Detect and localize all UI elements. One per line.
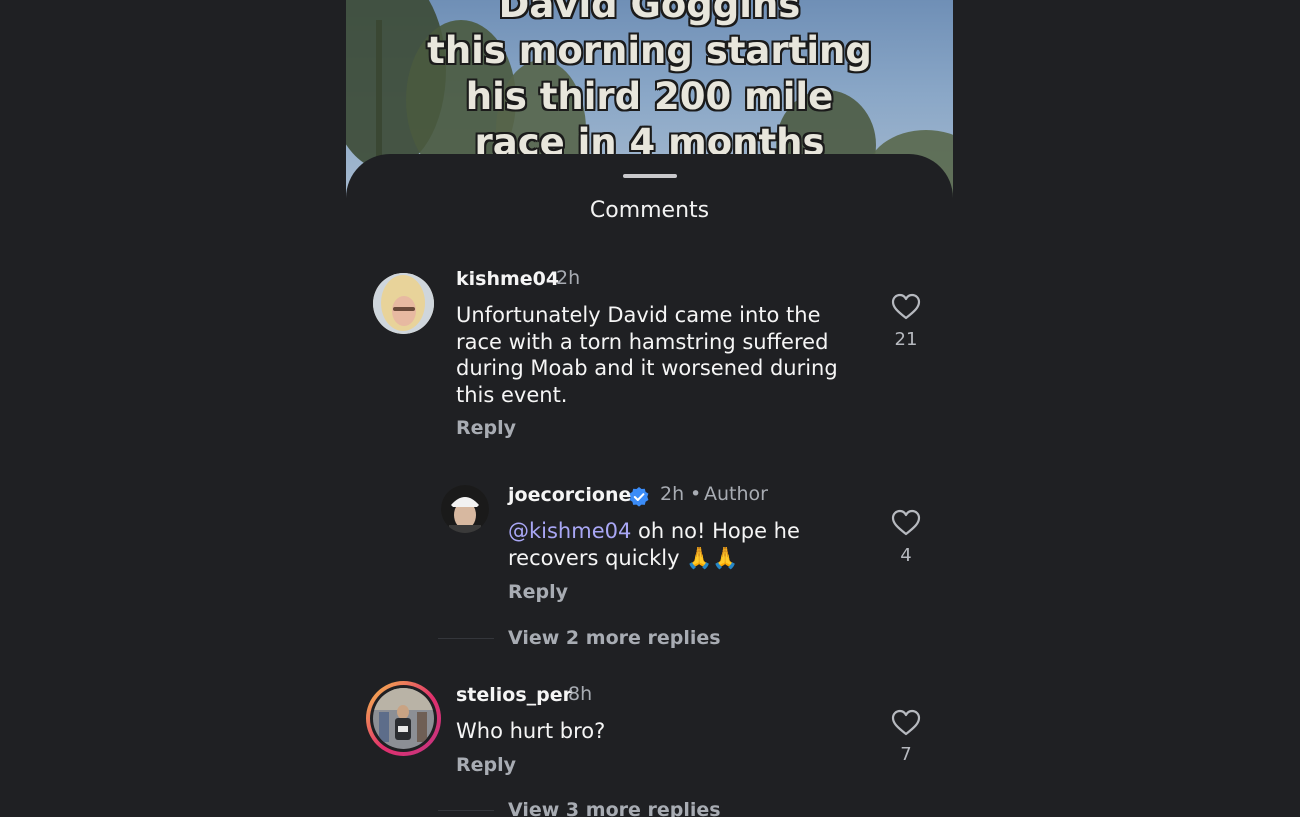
comment-text-line: Unfortunately David came into the (456, 303, 821, 327)
phone-frame: David Goggins this morning starting his … (346, 0, 953, 817)
comment-text-segment: oh no! Hope he (631, 519, 800, 543)
avatar[interactable] (441, 485, 489, 533)
like-count: 4 (900, 545, 912, 566)
view-more-replies-button[interactable]: View 2 more replies (508, 627, 721, 649)
video-caption: David Goggins this morning starting his … (346, 0, 953, 166)
replies-divider (438, 638, 494, 639)
comment-username[interactable]: kishme04 (456, 268, 559, 290)
heart-outline-icon[interactable] (891, 509, 921, 537)
comment-username[interactable]: joecorcione (508, 484, 631, 506)
avatar[interactable] (373, 273, 434, 334)
comment-text-line: @kishme04 oh no! Hope he (508, 518, 800, 545)
comment-text: Who hurt bro? (456, 719, 606, 743)
comment-text-line: recovers quickly 🙏🙏 (508, 545, 739, 570)
comment-time: 8h (568, 683, 593, 705)
drag-handle[interactable] (623, 174, 677, 178)
comment-time: 2h (660, 483, 685, 505)
comment-text-line: race with a torn hamstring suffered (456, 329, 829, 354)
reply-button[interactable]: Reply (456, 754, 516, 776)
reply-button[interactable]: Reply (456, 417, 516, 439)
caption-line: his third 200 mile (465, 75, 834, 118)
meta-separator: • (690, 483, 702, 505)
mention-link[interactable]: @kishme04 (508, 519, 631, 543)
like-count: 21 (894, 329, 918, 350)
avatar-image (373, 273, 434, 334)
verified-badge-icon (629, 487, 649, 507)
avatar-story-ring[interactable] (366, 681, 441, 756)
comment-text: @kishme04 oh no! Hope he recovers quickl… (508, 518, 800, 571)
comment-time: 2h (556, 267, 581, 289)
caption-line: this morning starting (427, 29, 872, 72)
comment-text-line: this event. (456, 382, 568, 407)
comment-text: Unfortunately David came into the race w… (456, 302, 838, 408)
comment-text-line: during Moab and it worsened during (456, 356, 838, 380)
reply-button[interactable]: Reply (508, 581, 568, 603)
comment-username[interactable]: stelios_per (456, 684, 572, 706)
author-label: Author (704, 483, 768, 505)
view-more-replies-button[interactable]: View 3 more replies (508, 799, 721, 817)
avatar-image (441, 485, 489, 533)
like-count: 7 (900, 744, 912, 765)
comments-sheet: Comments kishme04 2h Unfortunately David… (346, 154, 953, 817)
heart-outline-icon[interactable] (891, 293, 921, 321)
replies-divider (438, 810, 494, 811)
heart-outline-icon[interactable] (891, 709, 921, 737)
sheet-title: Comments (589, 198, 710, 223)
avatar-image (373, 688, 434, 749)
caption-line: David Goggins (498, 0, 801, 26)
